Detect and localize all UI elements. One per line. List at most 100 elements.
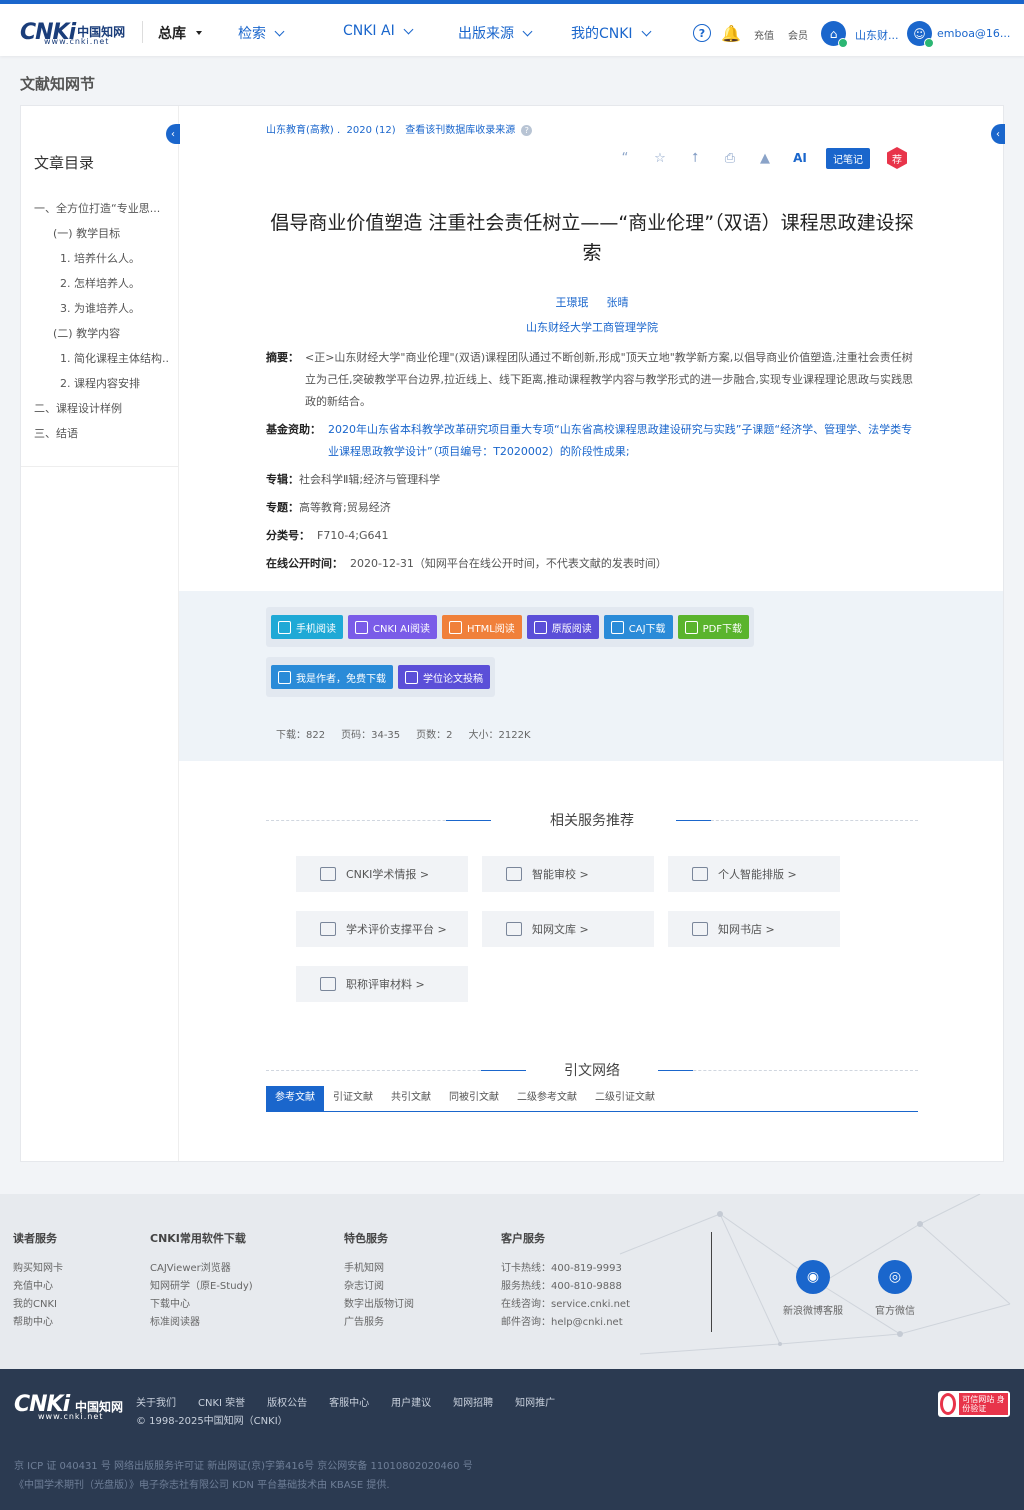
- toc-item[interactable]: 三、结语: [34, 425, 174, 441]
- download-button[interactable]: 手机阅读: [271, 615, 343, 639]
- issue-link[interactable]: 2020 (12): [347, 125, 396, 136]
- footer-link[interactable]: 广告服务: [344, 1314, 414, 1332]
- footer-link[interactable]: 杂志订阅: [344, 1278, 414, 1296]
- star-icon[interactable]: ☆: [651, 149, 669, 167]
- toc-sidebar: ‹ 文章目录 一、全方位打造“专业思... (一) 教学目标 1. 培养什么人。…: [21, 106, 180, 1161]
- bottom-link[interactable]: 关于我们: [136, 1394, 176, 1409]
- collapse-right-icon[interactable]: ‹: [991, 124, 1005, 144]
- service-item[interactable]: 知网书店 >: [668, 911, 840, 947]
- footer-link[interactable]: 邮件咨询：help@cnki.net: [501, 1314, 630, 1332]
- bottom-link[interactable]: 用户建议: [391, 1394, 431, 1409]
- help-icon[interactable]: ?: [693, 24, 711, 42]
- toc-item[interactable]: 3. 为谁培养人。: [60, 300, 200, 316]
- nav-search[interactable]: 检索: [238, 23, 285, 43]
- class-value: F710-4;G641: [317, 529, 389, 542]
- nav-cnki-ai[interactable]: CNKI AI: [343, 23, 414, 39]
- toc-item[interactable]: 2. 怎样培养人。: [60, 275, 200, 291]
- print-icon[interactable]: ⎙: [721, 149, 739, 167]
- download-button[interactable]: CAJ下载: [603, 615, 673, 639]
- service-item[interactable]: 学术评价支撑平台 >: [296, 911, 468, 947]
- share-icon[interactable]: ⭡: [686, 149, 704, 167]
- author-button[interactable]: 学位论文投稿: [398, 665, 490, 689]
- user-name[interactable]: emboa@16...: [937, 27, 1010, 40]
- note-button[interactable]: 记笔记: [826, 147, 870, 169]
- footer-link[interactable]: 手机知网: [344, 1260, 414, 1278]
- logo-url: www.cnki.net: [38, 1412, 104, 1421]
- quote-icon[interactable]: “: [616, 149, 634, 167]
- question-icon[interactable]: ?: [521, 125, 533, 136]
- toc-item[interactable]: (一) 教学目标: [53, 225, 193, 241]
- ai-icon[interactable]: AI: [791, 149, 809, 167]
- footer-link[interactable]: 知网研学（原E-Study): [150, 1278, 253, 1296]
- wechat-service[interactable]: ◎ 官方微信: [860, 1260, 930, 1317]
- institution-avatar[interactable]: ⌂: [821, 21, 848, 48]
- weibo-service[interactable]: ◉ 新浪微博客服: [778, 1260, 848, 1317]
- author-link[interactable]: 王璟珉: [556, 296, 589, 309]
- source-link[interactable]: 山东教育(高教): [266, 125, 334, 136]
- toc-item[interactable]: 1. 简化课程主体结构...: [60, 350, 170, 366]
- institution-link[interactable]: 山东财经大学工商管理学院: [266, 319, 918, 335]
- bottom-link[interactable]: 版权公告: [267, 1394, 307, 1409]
- tab-co-citing[interactable]: 共引文献: [382, 1086, 440, 1111]
- button-label: CNKI AI阅读: [373, 623, 430, 635]
- toc-item[interactable]: 二、课程设计样例: [34, 400, 174, 416]
- download-button[interactable]: PDF下载: [677, 615, 750, 639]
- service-label: CNKI学术情报 >: [346, 868, 430, 881]
- tab-references[interactable]: 参考文献: [266, 1086, 324, 1111]
- download-button[interactable]: CNKI AI阅读: [348, 615, 437, 639]
- divider: [142, 21, 143, 43]
- institution-name[interactable]: 山东财...: [855, 27, 899, 43]
- collapse-toc-icon[interactable]: ‹: [166, 124, 180, 144]
- bottom-link[interactable]: CNKI 荣誉: [198, 1394, 245, 1409]
- recharge-link[interactable]: 充值: [754, 27, 774, 42]
- tab-citing[interactable]: 引证文献: [324, 1086, 382, 1111]
- footer-link[interactable]: 标准阅读器: [150, 1314, 253, 1332]
- footer-link[interactable]: 数字出版物订阅: [344, 1296, 414, 1314]
- footer-link[interactable]: 帮助中心: [13, 1314, 63, 1332]
- cnki-logo[interactable]: CNKi 中国知网 www.cnki.net: [20, 17, 125, 47]
- recommend-badge[interactable]: 荐: [887, 147, 907, 169]
- author-link[interactable]: 张晴: [607, 296, 629, 309]
- toc-item[interactable]: 2. 课程内容安排: [60, 375, 200, 391]
- footer-link[interactable]: 购买知网卡: [13, 1260, 63, 1278]
- member-link[interactable]: 会员: [788, 27, 808, 42]
- download-button[interactable]: 原版阅读: [526, 615, 599, 639]
- bottom-link[interactable]: 知网推广: [515, 1394, 555, 1409]
- fund-text[interactable]: 2020年山东省本科教学改革研究项目重大专项“山东省高校课程思政建设研究与实践”…: [328, 419, 918, 463]
- service-item[interactable]: 智能审校 >: [482, 856, 654, 892]
- tab-secondary-citing[interactable]: 二级引证文献: [586, 1086, 664, 1111]
- user-avatar[interactable]: ☺: [907, 21, 934, 48]
- service-item[interactable]: 知网文库 >: [482, 911, 654, 947]
- bottom-link[interactable]: 客服中心: [329, 1394, 369, 1409]
- toc-item[interactable]: (二) 教学内容: [53, 325, 193, 341]
- bell-icon[interactable]: ▲: [756, 149, 774, 167]
- author-button[interactable]: 我是作者，免费下载: [271, 665, 393, 689]
- footer-link[interactable]: 下载中心: [150, 1296, 253, 1314]
- footer-link[interactable]: 充值中心: [13, 1278, 63, 1296]
- tab-co-cited[interactable]: 同被引文献: [440, 1086, 508, 1111]
- footer-link[interactable]: CAJViewer浏览器: [150, 1260, 253, 1278]
- legal-line[interactable]: 京 ICP 证 040431 号 网络出版服务许可证 新出网证(京)字第416号…: [14, 1457, 473, 1472]
- bell-icon[interactable]: 🔔: [721, 24, 741, 43]
- citation-title: 引文网络: [564, 1063, 620, 1079]
- service-label: 个人智能排版 >: [718, 868, 797, 881]
- service-item[interactable]: 个人智能排版 >: [668, 856, 840, 892]
- bottom-link[interactable]: 知网招聘: [453, 1394, 493, 1409]
- footer-link[interactable]: 我的CNKI: [13, 1296, 63, 1314]
- toc-item[interactable]: 一、全方位打造“专业思...: [34, 200, 174, 216]
- footer-text: 订卡热线：400-819-9993: [501, 1263, 622, 1274]
- footer-link[interactable]: 在线咨询：service.cnki.net: [501, 1296, 630, 1314]
- toc-item[interactable]: 1. 培养什么人。: [60, 250, 200, 266]
- nav-my-cnki[interactable]: 我的CNKI: [571, 23, 652, 43]
- nav-total[interactable]: 总库: [158, 23, 202, 43]
- trusted-site-badge[interactable]: 可信网站 身份验证: [938, 1391, 1010, 1417]
- tab-secondary-refs[interactable]: 二级参考文献: [508, 1086, 586, 1111]
- db-link[interactable]: 查看该刊数据库收录来源: [405, 125, 515, 136]
- nav-publications[interactable]: 出版来源: [458, 23, 533, 43]
- button-label: 我是作者，免费下载: [296, 673, 386, 685]
- service-label: 职称评审材料 >: [346, 978, 425, 991]
- service-item[interactable]: CNKI学术情报 >: [296, 856, 468, 892]
- service-item[interactable]: 职称评审材料 >: [296, 966, 468, 1002]
- download-button[interactable]: HTML阅读: [441, 615, 522, 639]
- pub-value: 2020-12-31（知网平台在线公开时间，不代表文献的发表时间）: [350, 557, 667, 570]
